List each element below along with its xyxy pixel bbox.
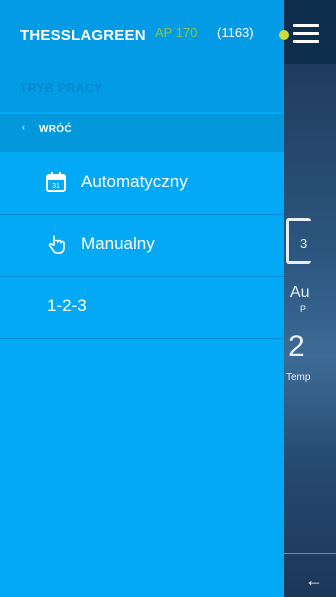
background-back-arrow-icon[interactable]: ← — [305, 570, 323, 591]
calendar-icon: 31 — [46, 172, 66, 192]
background-calendar-day: 3 — [300, 236, 308, 251]
background-calendar-icon — [286, 218, 311, 264]
menu-item-automatyczny[interactable]: 31 Automatyczny — [0, 153, 284, 215]
menu-item-1-2-3[interactable]: 1-2-3 — [0, 277, 284, 339]
hand-pointer-icon — [48, 235, 65, 254]
menu-item-label: Manualny — [81, 234, 155, 253]
background-mode-text: Au — [290, 284, 310, 301]
menu-item-label: 1-2-3 — [47, 296, 87, 315]
brand-name: THESSLAGREEN — [20, 27, 146, 44]
device-count: (1163) — [217, 25, 254, 40]
back-chevron-icon: ‹ — [22, 122, 25, 132]
menu-item-manualny[interactable]: Manualny — [0, 215, 284, 277]
hamburger-menu-icon[interactable] — [293, 24, 319, 44]
section-label: TRYB PRACY — [20, 81, 103, 95]
device-model: AP 170 — [155, 25, 198, 40]
navigation-drawer: THESSLAGREEN AP 170 (1163) TRYB PRACY ‹ … — [0, 0, 284, 597]
background-temperature-label: Temp — [286, 372, 311, 383]
svg-text:31: 31 — [52, 183, 60, 190]
menu-item-label: Automatyczny — [81, 172, 188, 191]
background-temperature-value: 2 — [288, 330, 305, 363]
background-mode-subtext: P — [300, 304, 307, 314]
connection-status-dot — [279, 30, 289, 40]
background-footer-divider — [284, 553, 336, 554]
back-label: WRÓĆ — [39, 124, 72, 135]
